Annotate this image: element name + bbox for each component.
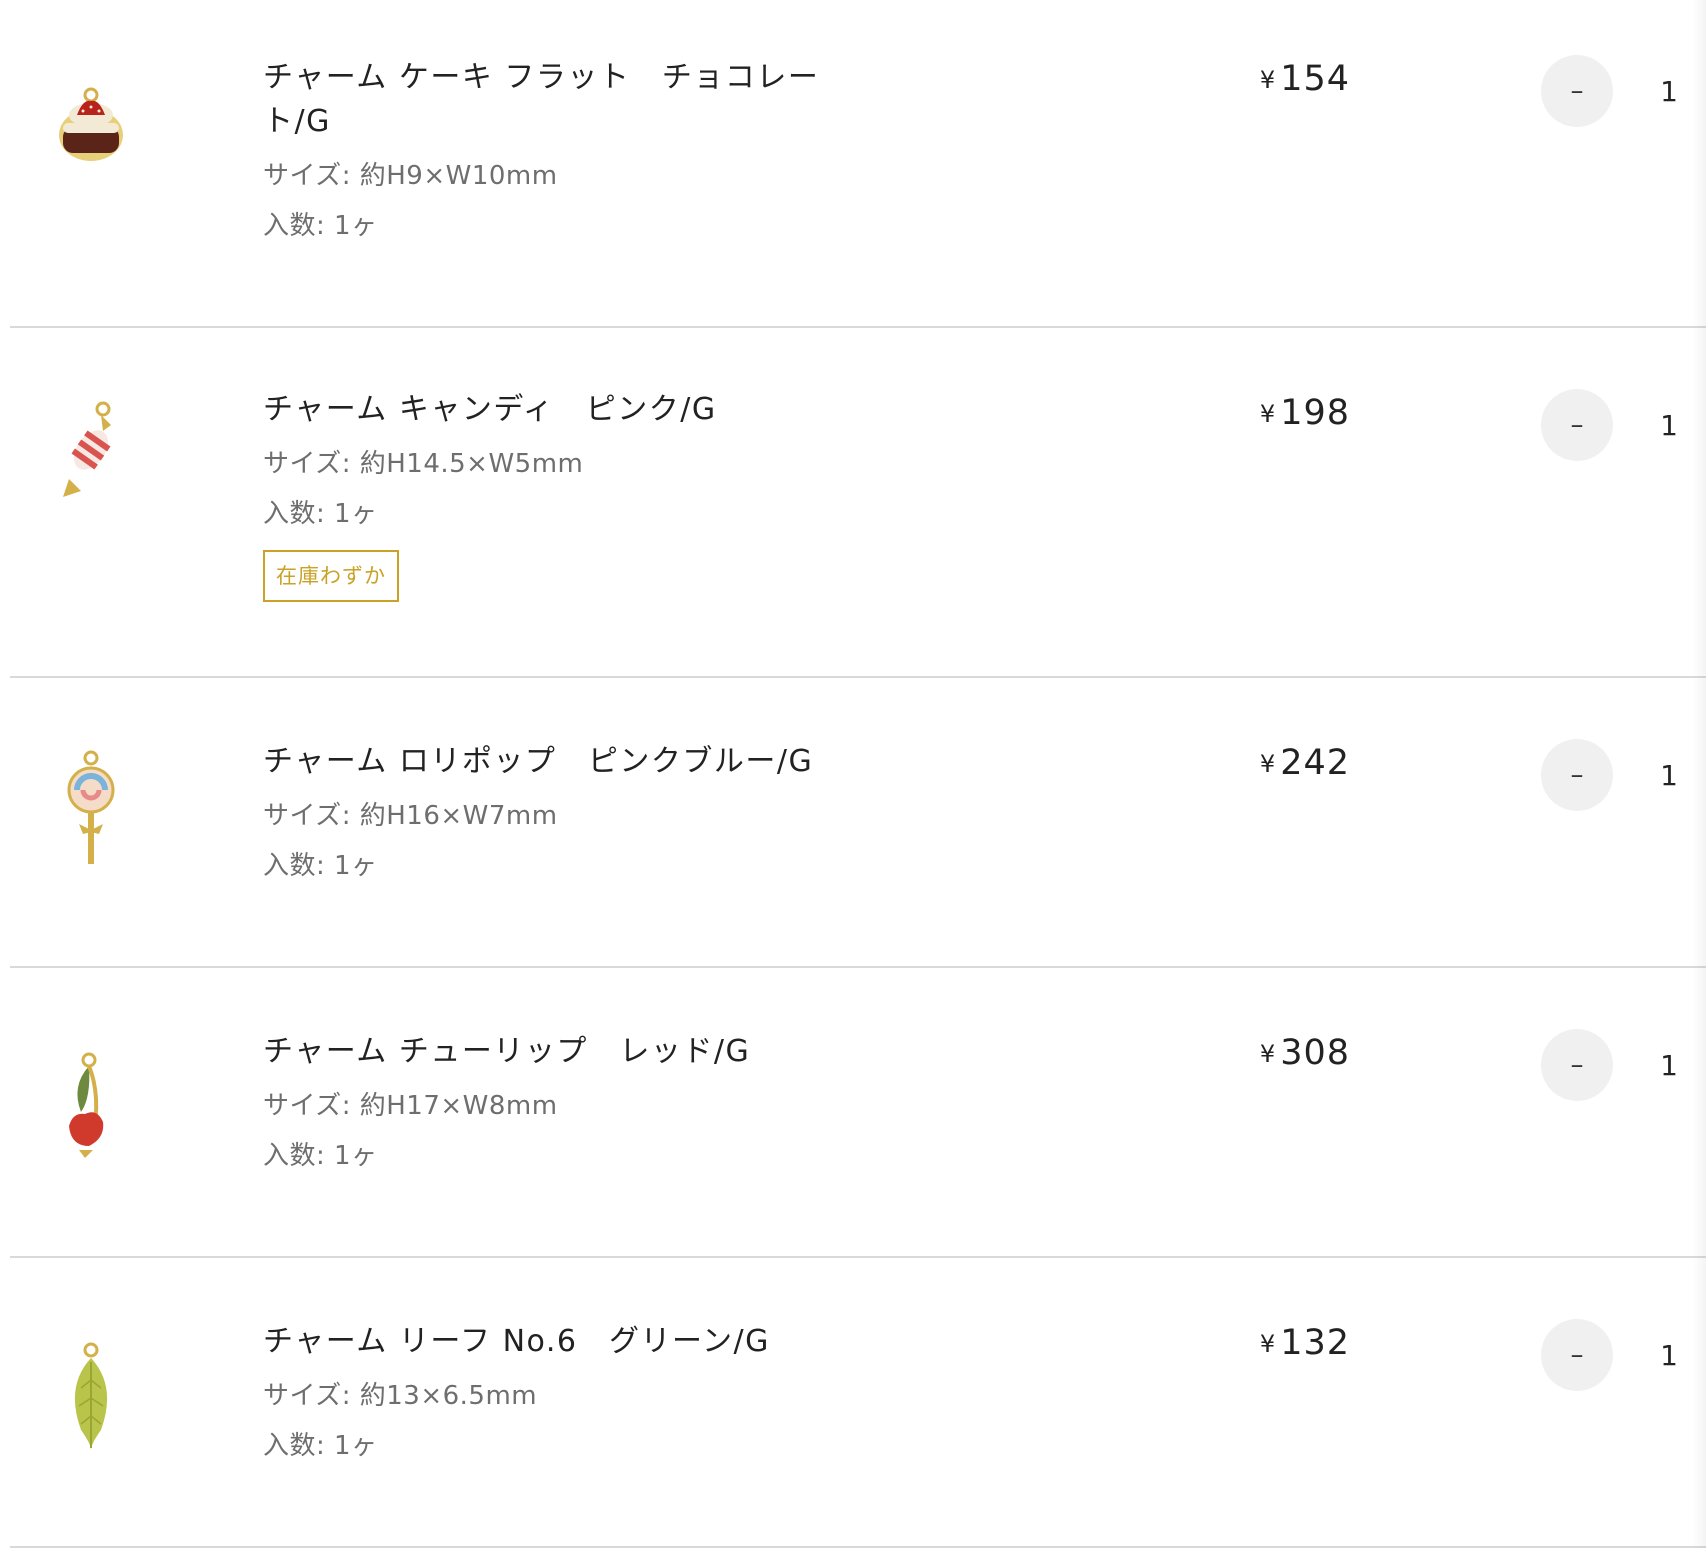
item-size: サイズ: 約H17×W8mm [263,1091,558,1121]
currency-symbol: ¥ [1259,1330,1277,1358]
item-size: サイズ: 約13×6.5mm [263,1381,538,1411]
item-info: チャーム ロリポップ ピンクブルー/G サイズ: 約H16×W7mm 入数: 1… [263,740,903,884]
price-value: 154 [1280,59,1350,99]
price-value: 198 [1280,393,1350,433]
item-price: ¥154 [1260,56,1350,103]
item-name[interactable]: チャーム ロリポップ ピンクブルー/G [263,740,903,784]
item-count: 入数: 1ヶ [263,211,378,241]
decrease-quantity-button[interactable]: – [1541,389,1613,461]
quantity-value: 1 [1660,409,1678,442]
item-name[interactable]: チャーム チューリップ レッド/G [263,1030,903,1074]
price-value: 308 [1280,1033,1350,1073]
item-price: ¥242 [1260,740,1350,787]
quantity-value: 1 [1660,75,1678,108]
price-value: 242 [1280,743,1350,783]
cart-item: チャーム キャンディ ピンク/G サイズ: 約H14.5×W5mm 入数: 1ヶ… [10,328,1706,678]
item-size: サイズ: 約H14.5×W5mm [263,449,584,479]
item-info: チャーム ケーキ フラット チョコレート/G サイズ: 約H9×W10mm 入数… [263,56,903,244]
item-price: ¥132 [1260,1320,1350,1367]
item-info: チャーム キャンディ ピンク/G サイズ: 約H14.5×W5mm 入数: 1ヶ… [263,388,903,602]
cart-item: チャーム チューリップ レッド/G サイズ: 約H17×W8mm 入数: 1ヶ … [10,968,1706,1258]
quantity-value: 1 [1660,1049,1678,1082]
decrease-quantity-button[interactable]: – [1541,55,1613,127]
decrease-quantity-button[interactable]: – [1541,1029,1613,1101]
quantity-value: 1 [1660,759,1678,792]
currency-symbol: ¥ [1259,750,1277,778]
item-price: ¥198 [1260,390,1350,437]
item-size: サイズ: 約H16×W7mm [263,801,558,831]
item-size: サイズ: 約H9×W10mm [263,161,558,191]
cart-item: チャーム リーフ No.6 グリーン/G サイズ: 約13×6.5mm 入数: … [10,1258,1706,1548]
quantity-value: 1 [1660,1339,1678,1372]
item-price: ¥308 [1260,1030,1350,1077]
currency-symbol: ¥ [1259,1040,1277,1068]
scroll-edge-shadow [1692,0,1706,1548]
item-info: チャーム チューリップ レッド/G サイズ: 約H17×W8mm 入数: 1ヶ [263,1030,903,1174]
cake-charm-icon[interactable] [40,55,142,195]
candy-charm-icon[interactable] [40,380,142,520]
currency-symbol: ¥ [1259,400,1277,428]
cart-item: チャーム ロリポップ ピンクブルー/G サイズ: 約H16×W7mm 入数: 1… [10,678,1706,968]
cart-page: チャーム ケーキ フラット チョコレート/G サイズ: 約H9×W10mm 入数… [0,0,1706,1548]
item-name[interactable]: チャーム ケーキ フラット チョコレート/G [263,56,863,144]
item-count: 入数: 1ヶ [263,1141,378,1171]
cart-item: チャーム ケーキ フラット チョコレート/G サイズ: 約H9×W10mm 入数… [10,0,1706,328]
item-name[interactable]: チャーム リーフ No.6 グリーン/G [263,1320,903,1364]
currency-symbol: ¥ [1259,66,1277,94]
decrease-quantity-button[interactable]: – [1541,739,1613,811]
item-count: 入数: 1ヶ [263,499,378,529]
low-stock-badge: 在庫わずか [263,550,399,602]
lollipop-charm-icon[interactable] [40,738,142,878]
item-name[interactable]: チャーム キャンディ ピンク/G [263,388,903,432]
leaf-charm-icon[interactable] [40,1330,142,1470]
tulip-charm-icon[interactable] [40,1040,142,1180]
decrease-quantity-button[interactable]: – [1541,1319,1613,1391]
price-value: 132 [1280,1323,1350,1363]
item-count: 入数: 1ヶ [263,1431,378,1461]
item-info: チャーム リーフ No.6 グリーン/G サイズ: 約13×6.5mm 入数: … [263,1320,903,1464]
item-count: 入数: 1ヶ [263,851,378,881]
